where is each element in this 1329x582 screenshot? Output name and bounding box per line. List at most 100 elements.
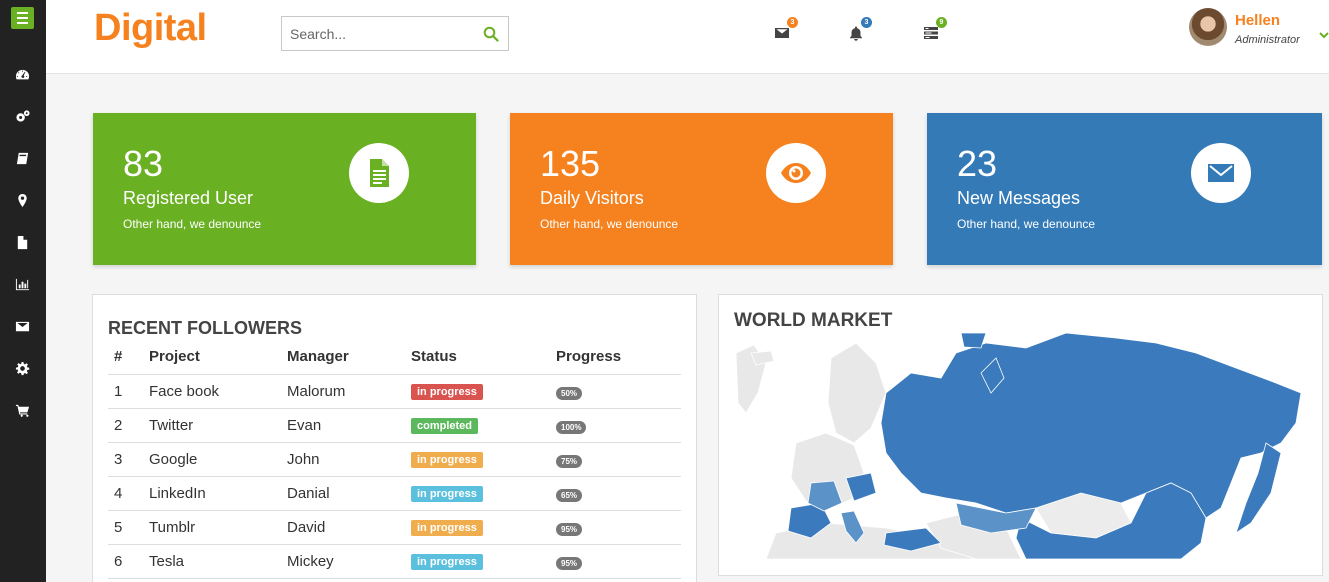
row-id: 2 bbox=[108, 408, 143, 443]
status-badge: in progress bbox=[411, 452, 483, 468]
search-icon bbox=[483, 26, 499, 42]
status-badge: in progress bbox=[411, 554, 483, 570]
progress-badge: 75% bbox=[556, 454, 583, 468]
alerts-notification[interactable]: 3 bbox=[848, 17, 872, 41]
status-badge: completed bbox=[411, 418, 479, 434]
status-cell: in progress bbox=[405, 510, 550, 545]
logo[interactable]: Digital bbox=[94, 7, 207, 50]
tasks-badge: 9 bbox=[936, 17, 947, 28]
stat-label: Daily Visitors bbox=[540, 188, 644, 208]
manager-name: Mickey bbox=[281, 544, 405, 579]
top-header: Digital 3 3 9 Hellen Administrator bbox=[46, 0, 1329, 74]
table-row[interactable]: 1 Face book Malorum in progress 50% bbox=[108, 374, 681, 409]
stat-value: 23 bbox=[957, 143, 998, 184]
stat-card-new-messages: 23 New Messages Other hand, we denounce bbox=[927, 113, 1322, 265]
project-name: Face book bbox=[143, 374, 281, 409]
project-name: Tumblr bbox=[143, 510, 281, 545]
progress-badge: 100% bbox=[556, 420, 587, 434]
progress-cell: 95% bbox=[550, 544, 681, 579]
stat-value: 83 bbox=[123, 143, 164, 184]
project-name: Tesla bbox=[143, 544, 281, 579]
messages-badge: 3 bbox=[787, 17, 798, 28]
progress-badge: 50% bbox=[556, 386, 583, 400]
stat-card-daily-visitors: 135 Daily Visitors Other hand, we denoun… bbox=[510, 113, 893, 265]
stat-card-registered-users: 83 Registered User Other hand, we denoun… bbox=[93, 113, 476, 265]
search-button[interactable] bbox=[474, 17, 508, 50]
map-region-russia bbox=[880, 333, 1302, 519]
progress-badge: 95% bbox=[556, 522, 583, 536]
column-header: # bbox=[108, 339, 143, 375]
column-header: Progress bbox=[550, 339, 681, 375]
book-icon[interactable] bbox=[12, 148, 32, 168]
tasks-icon bbox=[924, 27, 938, 39]
status-cell: in progress bbox=[405, 374, 550, 409]
search-input[interactable] bbox=[282, 17, 476, 50]
envelope-icon[interactable] bbox=[12, 316, 32, 336]
menu-toggle-button[interactable] bbox=[11, 7, 34, 29]
stat-description: Other hand, we denounce bbox=[123, 217, 262, 231]
progress-badge: 65% bbox=[556, 488, 583, 502]
row-id: 6 bbox=[108, 544, 143, 579]
document-icon bbox=[349, 143, 409, 203]
manager-name: David bbox=[281, 510, 405, 545]
manager-name: John bbox=[281, 442, 405, 477]
shopping-cart-icon[interactable] bbox=[12, 400, 32, 420]
status-badge: in progress bbox=[411, 486, 483, 502]
user-name: Hellen bbox=[1235, 12, 1281, 29]
bell-icon bbox=[850, 26, 862, 41]
followers-table: # Project Manager Status Progress 1 Face … bbox=[108, 339, 681, 579]
stat-value: 135 bbox=[540, 143, 601, 184]
eye-icon bbox=[766, 143, 826, 203]
bar-chart-icon[interactable] bbox=[12, 274, 32, 294]
table-header-row: # Project Manager Status Progress bbox=[108, 339, 681, 375]
project-name: Twitter bbox=[143, 408, 281, 443]
progress-cell: 50% bbox=[550, 374, 681, 409]
project-name: LinkedIn bbox=[143, 476, 281, 511]
project-name: Google bbox=[143, 442, 281, 477]
status-cell: completed bbox=[405, 408, 550, 443]
panel-title: RECENT FOLLOWERS bbox=[108, 318, 302, 338]
stat-description: Other hand, we denounce bbox=[957, 217, 1096, 231]
map-region-scandinavia bbox=[827, 342, 887, 444]
progress-badge: 95% bbox=[556, 556, 583, 570]
sidebar bbox=[0, 0, 46, 582]
tasks-notification[interactable]: 9 bbox=[923, 17, 947, 41]
column-header: Project bbox=[143, 339, 281, 375]
chevron-down-icon bbox=[1319, 27, 1329, 39]
table-row[interactable]: 4 LinkedIn Danial in progress 65% bbox=[108, 476, 681, 511]
gear-icon[interactable] bbox=[12, 358, 32, 378]
table-row[interactable]: 3 Google John in progress 75% bbox=[108, 442, 681, 477]
status-badge: in progress bbox=[411, 520, 483, 536]
dashboard-icon[interactable] bbox=[12, 64, 32, 84]
world-market-map[interactable] bbox=[736, 333, 1306, 559]
file-icon[interactable] bbox=[12, 232, 32, 252]
table-row[interactable]: 6 Tesla Mickey in progress 95% bbox=[108, 544, 681, 579]
status-cell: in progress bbox=[405, 544, 550, 579]
stat-label: New Messages bbox=[957, 188, 1081, 208]
status-cell: in progress bbox=[405, 476, 550, 511]
status-cell: in progress bbox=[405, 442, 550, 477]
avatar bbox=[1189, 8, 1227, 46]
cogs-icon[interactable] bbox=[12, 106, 32, 126]
row-id: 5 bbox=[108, 510, 143, 545]
column-header: Manager bbox=[281, 339, 405, 375]
envelope-icon bbox=[1191, 143, 1251, 203]
map-marker-icon[interactable] bbox=[12, 190, 32, 210]
alerts-badge: 3 bbox=[861, 17, 872, 28]
envelope-icon bbox=[775, 28, 789, 38]
column-header: Status bbox=[405, 339, 550, 375]
panel-title: WORLD MARKET bbox=[734, 310, 893, 331]
progress-cell: 100% bbox=[550, 408, 681, 443]
user-menu[interactable]: Hellen Administrator bbox=[1189, 7, 1329, 49]
table-row[interactable]: 2 Twitter Evan completed 100% bbox=[108, 408, 681, 443]
progress-cell: 65% bbox=[550, 476, 681, 511]
messages-notification[interactable]: 3 bbox=[774, 17, 798, 41]
world-market-panel: WORLD MARKET bbox=[718, 294, 1323, 576]
progress-cell: 95% bbox=[550, 510, 681, 545]
manager-name: Malorum bbox=[281, 374, 405, 409]
stat-description: Other hand, we denounce bbox=[540, 217, 679, 231]
table-row[interactable]: 5 Tumblr David in progress 95% bbox=[108, 510, 681, 545]
progress-cell: 75% bbox=[550, 442, 681, 477]
recent-followers-panel: RECENT FOLLOWERS # Project Manager Statu… bbox=[92, 294, 697, 582]
manager-name: Evan bbox=[281, 408, 405, 443]
